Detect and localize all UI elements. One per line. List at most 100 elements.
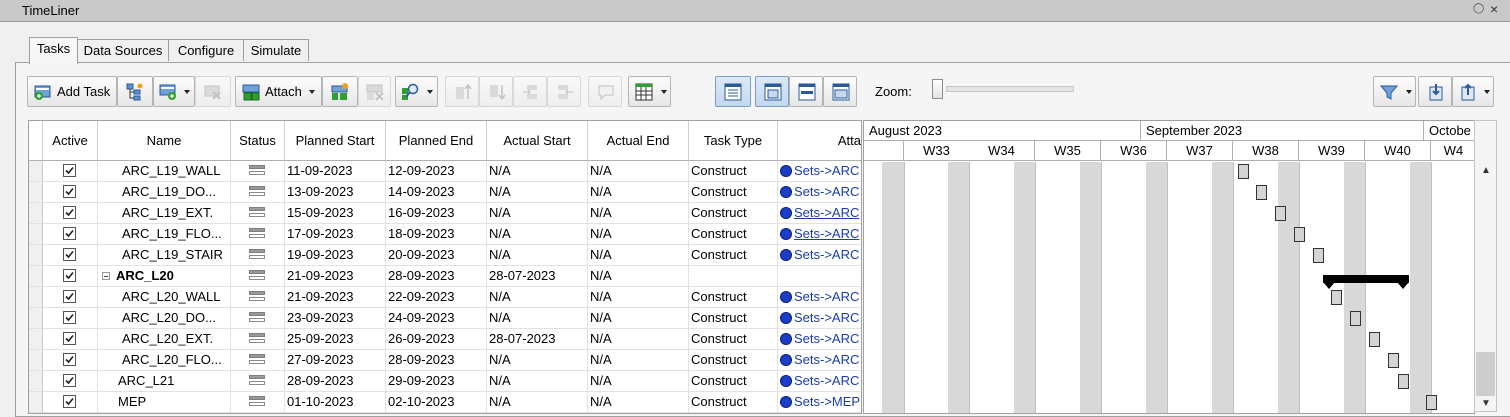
column-header-actual-end[interactable]: Actual End	[588, 121, 689, 161]
type-cell[interactable]: Construct	[689, 371, 778, 392]
auto-attach-button[interactable]	[322, 76, 358, 107]
row-selector[interactable]	[29, 266, 43, 287]
task-bar[interactable]	[1350, 311, 1361, 326]
active-checkbox[interactable]	[63, 332, 76, 345]
row-selector[interactable]	[29, 350, 43, 371]
filter-button[interactable]	[1373, 76, 1416, 107]
pe-cell[interactable]: 28-09-2023	[386, 350, 487, 371]
ps-cell[interactable]: 01-10-2023	[285, 392, 386, 413]
table-row[interactable]: ARC_L19_STAIR 19-09-2023 20-09-2023 N/A N/A…	[29, 245, 861, 266]
type-cell[interactable]: Construct	[689, 329, 778, 350]
tab-tasks[interactable]: Tasks	[29, 37, 78, 64]
ps-cell[interactable]: 25-09-2023	[285, 329, 386, 350]
as-cell[interactable]: N/A	[487, 371, 588, 392]
type-cell[interactable]: Construct	[689, 392, 778, 413]
ae-cell[interactable]: N/A	[588, 371, 689, 392]
name-cell[interactable]: ARC_L20_EXT.	[98, 329, 231, 350]
active-checkbox[interactable]	[63, 206, 76, 219]
attached-cell[interactable]: Sets->MEP	[778, 392, 861, 413]
table-row[interactable]: ARC_L20_WALL 21-09-2023 22-09-2023 N/A N/A C…	[29, 287, 861, 308]
attached-link[interactable]: Sets->ARC	[794, 184, 859, 199]
ae-cell[interactable]: N/A	[588, 266, 689, 287]
scroll-down-icon[interactable]: ▼	[1481, 398, 1491, 409]
attached-cell[interactable]: Sets->ARC	[778, 245, 861, 266]
ps-cell[interactable]: 21-09-2023	[285, 287, 386, 308]
auto-add-tasks-button[interactable]	[117, 76, 153, 107]
column-header-active[interactable]: Active	[43, 121, 98, 161]
active-checkbox[interactable]	[63, 227, 76, 240]
column-header-name[interactable]: Name	[98, 121, 231, 161]
name-cell[interactable]: ARC_L20_FLO...	[98, 350, 231, 371]
as-cell[interactable]: N/A	[487, 287, 588, 308]
row-selector[interactable]	[29, 203, 43, 224]
row-selector[interactable]	[29, 329, 43, 350]
as-cell[interactable]: N/A	[487, 392, 588, 413]
table-row[interactable]: ARC_L19_WALL 11-09-2023 12-09-2023 N/A N/A C…	[29, 161, 861, 182]
active-checkbox[interactable]	[63, 290, 76, 303]
attached-link[interactable]: Sets->ARC	[794, 205, 859, 220]
task-bar[interactable]	[1275, 206, 1286, 221]
ps-cell[interactable]: 27-09-2023	[285, 350, 386, 371]
table-row[interactable]: ARC_L20 21-09-2023 28-09-2023 28-07-2023 N/…	[29, 266, 861, 287]
attached-link[interactable]: Sets->ARC	[794, 226, 859, 241]
pe-cell[interactable]: 02-10-2023	[386, 392, 487, 413]
attach-button[interactable]: Attach	[235, 76, 322, 107]
name-cell[interactable]: ARC_L19_WALL	[98, 161, 231, 182]
pe-cell[interactable]: 29-09-2023	[386, 371, 487, 392]
name-cell[interactable]: ARC_L19_STAIR	[98, 245, 231, 266]
task-bar[interactable]	[1238, 164, 1249, 179]
column-header-task-type[interactable]: Task Type	[689, 121, 778, 161]
attached-link[interactable]: Sets->ARC	[794, 352, 859, 367]
pe-cell[interactable]: 24-09-2023	[386, 308, 487, 329]
column-header-status[interactable]: Status	[231, 121, 285, 161]
ps-cell[interactable]: 17-09-2023	[285, 224, 386, 245]
attached-cell[interactable]: Sets->ARC	[778, 224, 861, 245]
as-cell[interactable]: N/A	[487, 350, 588, 371]
type-cell[interactable]: Construct	[689, 224, 778, 245]
type-cell[interactable]: Construct	[689, 161, 778, 182]
view-planned-button[interactable]	[789, 76, 823, 107]
name-cell[interactable]: MEP	[98, 392, 231, 413]
attached-cell[interactable]: Sets->ARC	[778, 308, 861, 329]
add-comment-task-button[interactable]	[588, 76, 622, 107]
ps-cell[interactable]: 23-09-2023	[285, 308, 386, 329]
attached-link[interactable]: Sets->ARC	[794, 163, 859, 178]
active-checkbox[interactable]	[63, 164, 76, 177]
gantt-vertical-scrollbar[interactable]: ▲ ▼	[1474, 120, 1497, 412]
row-selector[interactable]	[29, 224, 43, 245]
pe-cell[interactable]: 18-09-2023	[386, 224, 487, 245]
column-header-planned-start[interactable]: Planned Start	[285, 121, 386, 161]
ps-cell[interactable]: 13-09-2023	[285, 182, 386, 203]
pe-cell[interactable]: 14-09-2023	[386, 182, 487, 203]
view-actual-button[interactable]	[823, 76, 857, 107]
row-selector[interactable]	[29, 308, 43, 329]
ps-cell[interactable]: 19-09-2023	[285, 245, 386, 266]
type-cell[interactable]: Construct	[689, 350, 778, 371]
as-cell[interactable]: N/A	[487, 224, 588, 245]
zoom-slider-track[interactable]	[946, 86, 1074, 92]
as-cell[interactable]: N/A	[487, 182, 588, 203]
task-bar[interactable]	[1388, 353, 1399, 368]
ae-cell[interactable]: N/A	[588, 287, 689, 308]
as-cell[interactable]: 28-07-2023	[487, 329, 588, 350]
row-selector[interactable]	[29, 245, 43, 266]
attached-cell[interactable]: Sets->ARC	[778, 329, 861, 350]
export-button[interactable]	[1452, 76, 1494, 107]
indent-button[interactable]	[513, 76, 547, 107]
ps-cell[interactable]: 28-09-2023	[285, 371, 386, 392]
ae-cell[interactable]: N/A	[588, 245, 689, 266]
find-items-button[interactable]	[395, 76, 438, 107]
attached-link[interactable]: Sets->ARC	[794, 289, 859, 304]
attached-cell[interactable]: Sets->ARC	[778, 203, 861, 224]
name-cell[interactable]: ARC_L19_FLO...	[98, 224, 231, 245]
ae-cell[interactable]: N/A	[588, 224, 689, 245]
ps-cell[interactable]: 15-09-2023	[285, 203, 386, 224]
column-header-attached[interactable]: Atta	[778, 121, 861, 161]
task-bar[interactable]	[1294, 227, 1305, 242]
name-cell[interactable]: ARC_L20_DO...	[98, 308, 231, 329]
active-checkbox[interactable]	[63, 395, 76, 408]
row-selector[interactable]	[29, 371, 43, 392]
view-gantt-button[interactable]	[755, 76, 789, 107]
ae-cell[interactable]: N/A	[588, 308, 689, 329]
as-cell[interactable]: N/A	[487, 161, 588, 182]
